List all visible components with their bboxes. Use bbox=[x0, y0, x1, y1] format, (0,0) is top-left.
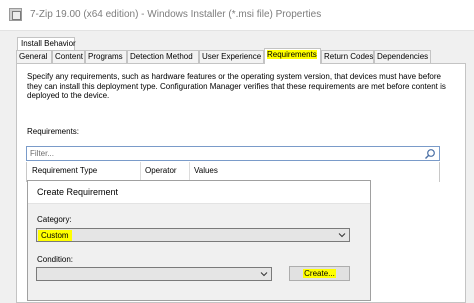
requirements-grid-header: Requirement Type Operator Values bbox=[26, 162, 440, 182]
tab-install-behavior[interactable]: Install Behavior bbox=[17, 37, 76, 50]
search-icon[interactable] bbox=[424, 148, 436, 160]
create-button[interactable]: Create... bbox=[289, 266, 350, 281]
column-operator[interactable]: Operator bbox=[145, 166, 177, 175]
dialog-title: Create Requirement bbox=[37, 187, 119, 197]
filter-placeholder: Filter... bbox=[30, 149, 55, 158]
category-value: Custom bbox=[38, 230, 72, 241]
tab-detection-method[interactable]: Detection Method bbox=[127, 50, 199, 64]
window-title: 7-Zip 19.00 (x64 edition) - Windows Inst… bbox=[30, 9, 322, 20]
tab-general[interactable]: General bbox=[16, 50, 52, 64]
dialog-titlebar: Create Requirement bbox=[28, 181, 370, 204]
condition-label: Condition: bbox=[37, 255, 74, 264]
category-select[interactable]: Custom bbox=[36, 228, 350, 242]
requirements-label: Requirements: bbox=[27, 127, 80, 136]
filter-input[interactable]: Filter... bbox=[26, 146, 440, 161]
create-requirement-dialog: Create Requirement Category: Custom Cond… bbox=[27, 180, 371, 301]
tab-requirements[interactable]: Requirements bbox=[264, 48, 321, 64]
chevron-down-icon bbox=[338, 233, 346, 238]
condition-select[interactable] bbox=[36, 267, 272, 281]
tab-programs[interactable]: Programs bbox=[85, 50, 127, 64]
app-icon bbox=[9, 8, 22, 21]
chevron-down-icon bbox=[260, 272, 268, 277]
column-values[interactable]: Values bbox=[194, 166, 218, 175]
tab-content[interactable]: Content bbox=[52, 50, 85, 64]
column-requirement-type[interactable]: Requirement Type bbox=[32, 166, 97, 175]
tab-user-experience[interactable]: User Experience bbox=[199, 50, 264, 64]
tab-dependencies[interactable]: Dependencies bbox=[374, 50, 431, 64]
tab-return-codes[interactable]: Return Codes bbox=[321, 50, 374, 64]
column-divider bbox=[189, 162, 190, 182]
column-divider bbox=[140, 162, 141, 182]
category-label: Category: bbox=[37, 215, 72, 224]
window-titlebar: 7-Zip 19.00 (x64 edition) - Windows Inst… bbox=[0, 0, 474, 31]
requirements-description: Specify any requirements, such as hardwa… bbox=[27, 72, 446, 101]
